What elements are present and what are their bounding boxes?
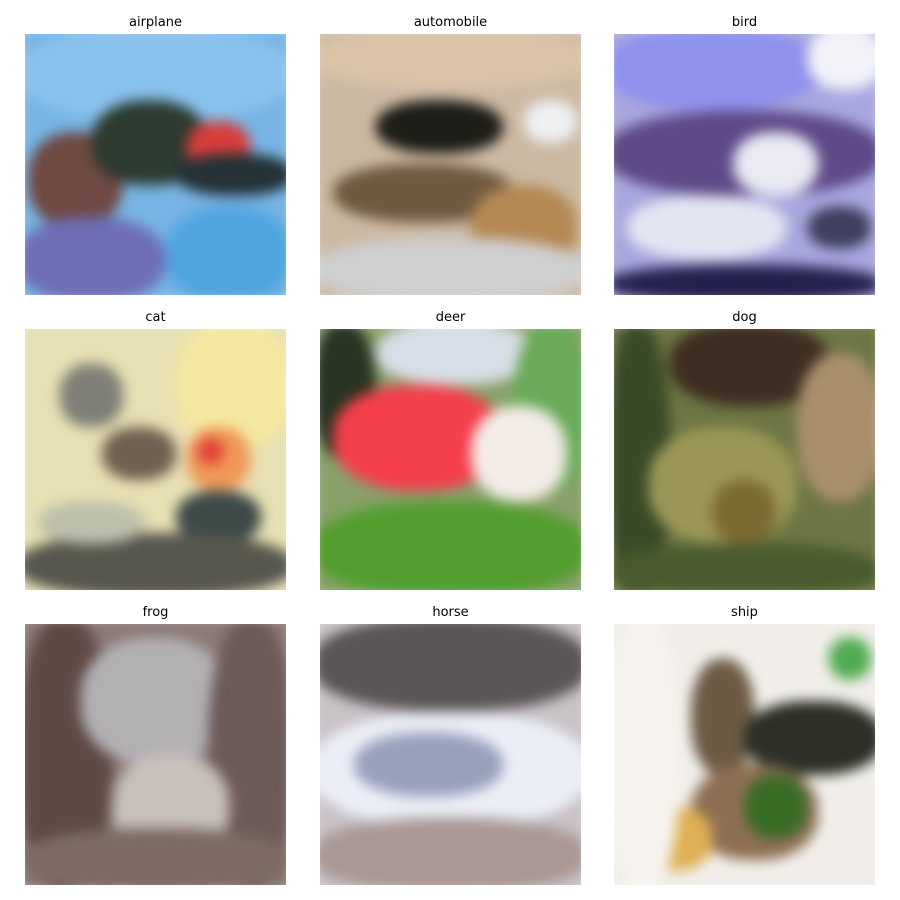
generated-image [320, 624, 581, 885]
image-grid: airplane automobile bird cat deer dog fr… [0, 0, 900, 900]
panel-dog: dog [614, 308, 875, 590]
generated-image [320, 329, 581, 590]
panel-title: cat [145, 310, 166, 325]
generated-image [320, 34, 581, 295]
generated-image [614, 624, 875, 885]
panel-bird: bird [614, 13, 875, 295]
panel-title: automobile [413, 15, 488, 30]
generated-image [614, 329, 875, 590]
generated-image [25, 624, 286, 885]
panel-title: horse [432, 605, 469, 620]
panel-ship: ship [614, 603, 875, 885]
panel-cat: cat [25, 308, 286, 590]
panel-title: airplane [129, 15, 182, 30]
generated-image [25, 34, 286, 295]
generated-image [614, 34, 875, 295]
panel-title: deer [435, 310, 466, 325]
panel-deer: deer [320, 308, 581, 590]
generated-image [25, 329, 286, 590]
panel-frog: frog [25, 603, 286, 885]
panel-title: ship [731, 605, 758, 620]
panel-horse: horse [320, 603, 581, 885]
panel-title: dog [732, 310, 757, 325]
panel-automobile: automobile [320, 13, 581, 295]
panel-airplane: airplane [25, 13, 286, 295]
panel-title: bird [731, 15, 758, 30]
panel-title: frog [142, 605, 169, 620]
